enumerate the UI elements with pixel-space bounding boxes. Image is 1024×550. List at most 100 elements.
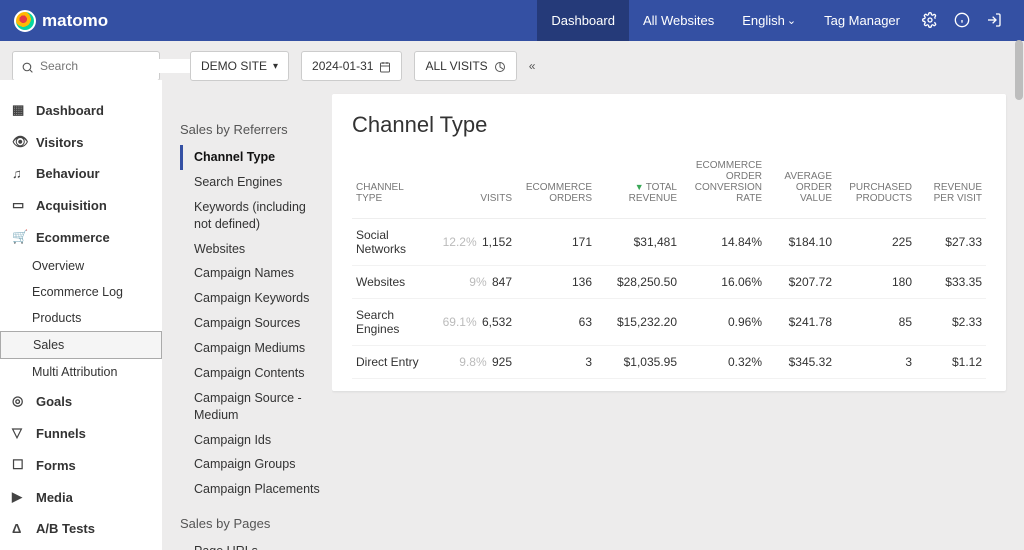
sidebar-sub-sales[interactable]: Sales [0,331,162,359]
s2-item[interactable]: Campaign Groups [180,452,326,477]
settings-icon[interactable] [914,12,946,30]
s2-item[interactable]: Keywords (including not defined) [180,195,326,237]
cell-name: Direct Entry [352,346,436,379]
cell-aov: $345.32 [766,346,836,379]
sidebar-item-forms[interactable]: ☐Forms [0,449,162,481]
table-row[interactable]: Search Engines69.1% 6,53263$15,232.200.9… [352,299,986,346]
cell-orders: 3 [516,346,596,379]
sidebar-item-funnels[interactable]: ▽Funnels [0,417,162,449]
report-card: Channel Type CHANNEL TYPE VISITS ECOMMER… [332,94,1006,391]
primary-sidebar: ▦Dashboard 👁Visitors ♫Behaviour ▭Acquisi… [0,80,162,550]
search-box[interactable] [12,51,160,81]
segment-selector[interactable]: ALL VISITS [414,51,516,81]
report-table: CHANNEL TYPE VISITS ECOMMERCE ORDERS ▼TO… [352,154,986,379]
cell-revenue: $28,250.50 [596,266,681,299]
cell-purchased: 225 [836,219,916,266]
sidebar-item-visitors[interactable]: 👁Visitors [0,126,162,158]
segment-icon [494,59,506,73]
cell-conv-rate: 0.32% [681,346,766,379]
sidebar-sub-multi-attribution[interactable]: Multi Attribution [0,359,162,385]
brand-logo[interactable]: matomo [14,10,108,32]
cell-orders: 63 [516,299,596,346]
chevron-down-icon: ⌄ [787,14,796,27]
s2-item[interactable]: Campaign Keywords [180,286,326,311]
s2-item[interactable]: Search Engines [180,170,326,195]
cell-revenue: $1,035.95 [596,346,681,379]
s2-item[interactable]: Websites [180,237,326,262]
s2-item[interactable]: Campaign Names [180,261,326,286]
cell-visits: 12.2% 1,152 [436,219,516,266]
topnav-language[interactable]: English ⌄ [728,0,810,41]
s2-item[interactable]: Page URLs [180,539,326,550]
cell-rpv: $2.33 [916,299,986,346]
scrollbar-thumb[interactable] [1015,40,1023,100]
cell-rpv: $27.33 [916,219,986,266]
acquisition-icon: ▭ [12,197,26,213]
col-aov[interactable]: AVERAGE ORDER VALUE [766,154,836,219]
funnel-icon: ▽ [12,425,26,441]
cell-conv-rate: 16.06% [681,266,766,299]
collapse-icon[interactable]: « [529,59,536,73]
sidebar-item-behaviour[interactable]: ♫Behaviour [0,158,162,189]
visitors-icon: 👁 [12,134,26,150]
table-row[interactable]: Direct Entry9.8% 9253$1,035.950.32%$345.… [352,346,986,379]
cell-revenue: $31,481 [596,219,681,266]
search-input[interactable] [40,59,195,73]
sidebar-sub-ecommerce-log[interactable]: Ecommerce Log [0,279,162,305]
behaviour-icon: ♫ [12,166,26,181]
cell-aov: $241.78 [766,299,836,346]
cell-conv-rate: 0.96% [681,299,766,346]
brand-name: matomo [42,11,108,31]
cell-aov: $184.10 [766,219,836,266]
cell-visits: 9.8% 925 [436,346,516,379]
calendar-icon [379,59,391,73]
sidebar-item-goals[interactable]: ◎Goals [0,385,162,417]
sidebar-item-abtests[interactable]: ΔA/B Tests [0,513,162,544]
cell-visits: 9% 847 [436,266,516,299]
s2-group-referrers: Sales by Referrers [180,122,326,137]
col-channel-type[interactable]: CHANNEL TYPE [352,154,436,219]
table-row[interactable]: Social Networks12.2% 1,152171$31,48114.8… [352,219,986,266]
topnav-dashboard[interactable]: Dashboard [537,0,629,41]
goals-icon: ◎ [12,393,26,409]
col-conv-rate[interactable]: ECOMMERCE ORDER CONVERSION RATE [681,154,766,219]
cell-aov: $207.72 [766,266,836,299]
s2-item[interactable]: Channel Type [180,145,326,170]
col-visits[interactable]: VISITS [436,154,516,219]
cell-visits: 69.1% 6,532 [436,299,516,346]
cell-purchased: 3 [836,346,916,379]
s2-item[interactable]: Campaign Mediums [180,336,326,361]
s2-item[interactable]: Campaign Ids [180,428,326,453]
cell-orders: 136 [516,266,596,299]
cell-rpv: $33.35 [916,266,986,299]
sidebar-item-ecommerce[interactable]: 🛒Ecommerce [0,221,162,253]
page-scrollbar[interactable] [1015,0,1023,550]
search-icon [21,58,34,73]
s2-item[interactable]: Campaign Placements [180,477,326,502]
table-row[interactable]: Websites9% 847136$28,250.5016.06%$207.72… [352,266,986,299]
cell-revenue: $15,232.20 [596,299,681,346]
media-icon: ▶ [12,489,26,505]
topnav-tag-manager[interactable]: Tag Manager [810,0,914,41]
signout-icon[interactable] [978,12,1010,30]
sidebar-sub-overview[interactable]: Overview [0,253,162,279]
s2-item[interactable]: Campaign Contents [180,361,326,386]
sidebar-item-media[interactable]: ▶Media [0,481,162,513]
s2-item[interactable]: Campaign Source - Medium [180,386,326,428]
cell-orders: 171 [516,219,596,266]
col-orders[interactable]: ECOMMERCE ORDERS [516,154,596,219]
cell-purchased: 85 [836,299,916,346]
col-purchased[interactable]: PURCHASED PRODUCTS [836,154,916,219]
site-selector[interactable]: DEMO SITE ▾ [190,51,289,81]
info-icon[interactable] [946,12,978,30]
main-content: Channel Type CHANNEL TYPE VISITS ECOMMER… [332,80,1024,550]
topnav-all-websites[interactable]: All Websites [629,0,728,41]
col-revenue[interactable]: ▼TOTAL REVENUE [596,154,681,219]
sidebar-item-dashboard[interactable]: ▦Dashboard [0,94,162,126]
sidebar-sub-products[interactable]: Products [0,305,162,331]
sidebar-item-acquisition[interactable]: ▭Acquisition [0,189,162,221]
s2-item[interactable]: Campaign Sources [180,311,326,336]
topbar: matomo Dashboard All Websites English ⌄ … [0,0,1024,41]
col-rpv[interactable]: REVENUE PER VISIT [916,154,986,219]
date-selector[interactable]: 2024-01-31 [301,51,402,81]
